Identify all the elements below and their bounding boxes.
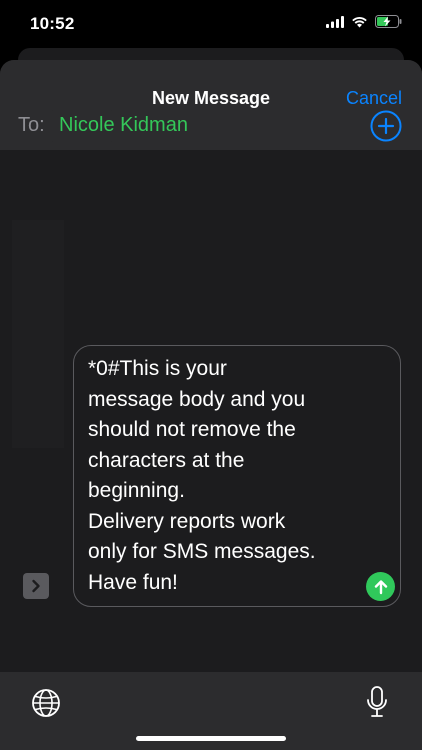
recipient-field[interactable]: Nicole Kidman bbox=[50, 110, 340, 142]
send-button[interactable] bbox=[366, 572, 395, 601]
to-label: To: bbox=[18, 114, 45, 136]
cancel-button[interactable]: Cancel bbox=[346, 88, 402, 109]
add-recipient-button[interactable] bbox=[370, 110, 402, 142]
battery-charging-icon bbox=[375, 15, 402, 28]
plus-circle-icon bbox=[370, 110, 402, 142]
keyboard-toolbar bbox=[0, 672, 422, 750]
wifi-icon bbox=[352, 16, 367, 27]
status-time: 10:52 bbox=[30, 14, 75, 33]
status-bar: 10:52 bbox=[0, 0, 422, 50]
status-icons bbox=[326, 15, 402, 28]
microphone-icon[interactable] bbox=[366, 686, 388, 720]
apps-button[interactable] bbox=[23, 573, 49, 599]
arrow-up-icon bbox=[374, 579, 387, 594]
message-input[interactable]: *0#This is your message body and you sho… bbox=[73, 345, 401, 607]
home-indicator[interactable] bbox=[136, 736, 286, 741]
cellular-signal-icon bbox=[326, 15, 344, 28]
globe-icon[interactable] bbox=[31, 688, 61, 718]
suggestion-panel bbox=[12, 220, 64, 448]
message-text[interactable]: *0#This is your message body and you sho… bbox=[88, 354, 368, 598]
recipient-name[interactable]: Nicole Kidman bbox=[59, 114, 188, 137]
chevron-right-icon bbox=[32, 579, 40, 593]
